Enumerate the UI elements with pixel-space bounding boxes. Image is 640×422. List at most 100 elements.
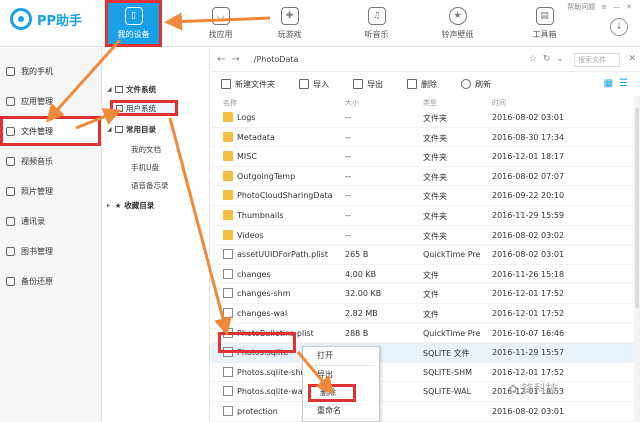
tree-user-system[interactable]: 用户系统 <box>110 100 178 116</box>
nav-arrows[interactable]: ←→ <box>217 54 246 65</box>
file-size: -- <box>345 152 351 162</box>
table-row[interactable]: Metadata -- 文件夹 2016-08-30 17:34 <box>211 128 640 148</box>
file-name: Videos <box>237 230 264 240</box>
grid-view-icon[interactable]: ▦ <box>604 78 619 89</box>
col-size[interactable]: 大小 <box>345 98 359 108</box>
list-view-icon[interactable]: ☰ <box>619 78 634 89</box>
ctx-export[interactable]: 导出 <box>303 366 379 384</box>
table-row[interactable]: changes-shm 32.00 KB 文件 2016-12-01 17:52 <box>211 284 640 304</box>
tree-favorites[interactable]: ▸ ★ 收藏目录 <box>103 200 154 211</box>
file-size: -- <box>345 132 351 142</box>
file-type: 文件夹 <box>423 211 447 221</box>
col-time[interactable]: 时间 <box>492 98 506 108</box>
new-folder-button[interactable]: 新建文件夹 <box>221 79 275 90</box>
list-icon <box>115 126 123 133</box>
ctx-open[interactable]: 打开 <box>303 347 379 365</box>
menu-icon[interactable]: ≡ <box>601 3 607 11</box>
scrollbar-thumb[interactable] <box>635 108 639 308</box>
refresh-button[interactable]: 刷新 <box>461 79 491 90</box>
sidebar-item-books[interactable]: 图书管理 <box>0 236 101 266</box>
delete-button[interactable]: 删除 <box>407 79 437 90</box>
file-size: 4.00 KB <box>345 269 377 279</box>
sidebar-item-contacts[interactable]: 通讯录 <box>0 206 101 236</box>
file-name: OutgoingTemp <box>237 171 296 181</box>
table-row[interactable]: assetUUIDForPath.plist 265 B QuickTime Pre… <box>211 245 640 265</box>
export-button[interactable]: 导出 <box>353 79 383 90</box>
tree-common-dirs[interactable]: ◢ 常用目录 <box>103 124 156 135</box>
table-row[interactable]: changes 4.00 KB 文件 2016-11-26 15:18 <box>211 265 640 285</box>
ctx-rename[interactable]: 重命名 <box>303 402 379 420</box>
sidebar-item-files[interactable]: 文件管理 <box>0 116 101 146</box>
file-icon <box>223 268 233 279</box>
folder-icon <box>223 170 233 181</box>
download-icon[interactable]: ↓ <box>610 18 628 36</box>
file-type: 文件 <box>423 270 439 280</box>
tree-my-docs[interactable]: 我的文档 <box>131 144 161 155</box>
current-path: /PhotoData <box>253 55 299 64</box>
sidebar-item-apps[interactable]: 应用管理 <box>0 86 101 116</box>
trash-icon <box>407 79 417 89</box>
sidebar-item-media[interactable]: 视频音乐 <box>0 146 101 176</box>
refresh-icon[interactable]: ↻ <box>543 54 557 64</box>
nav-find-apps[interactable]: ◡ 找应用 <box>192 0 249 47</box>
table-row[interactable]: Thumbnails -- 文件夹 2016-11-29 15:59 <box>211 206 640 226</box>
table-row[interactable]: Photos.sqlite-wal SQLITE-WAL 2016-12-01 18… <box>211 382 640 402</box>
main-nav: ▯ 我的设备 ◡ 找应用 ✚ 玩游戏 ♫ 听音乐 ★ 铃声壁纸 ▤ 工具箱 <box>105 0 585 47</box>
table-row[interactable]: Photos.sqlite-shm SQLITE-SHM 2016-12-01 17… <box>211 363 640 383</box>
close-icon[interactable]: ✕ <box>626 3 632 11</box>
sidebar-item-my-phone[interactable]: 我的手机 <box>0 56 101 86</box>
top-bar: PP助手 ▯ 我的设备 ◡ 找应用 ✚ 玩游戏 ♫ 听音乐 ★ 铃声壁纸 ▤ 工… <box>0 0 640 47</box>
star-icon[interactable]: ☆ <box>529 54 543 64</box>
file-icon <box>223 366 233 377</box>
app-icon: ◡ <box>211 7 230 25</box>
sidebar-item-backup[interactable]: 备份还原 <box>0 266 101 296</box>
close-icon[interactable]: ✕ <box>628 54 636 64</box>
table-row[interactable]: Videos -- 文件夹 2016-08-02 03:02 <box>211 226 640 246</box>
chevron-down-icon[interactable]: ⌄ <box>556 54 570 64</box>
table-row[interactable]: protection 2016-08-02 03:01 <box>211 402 640 422</box>
context-menu: 打开 导出 删除 重命名 <box>302 346 380 422</box>
folder-tree: ◢ 文件系统 用户系统 ◢ 常用目录 我的文档 手机U盘 语音备忘录 ▸ ★ 收… <box>103 48 210 422</box>
tree-usb-drive[interactable]: 手机U盘 <box>131 162 159 173</box>
nav-ringtones[interactable]: ★ 铃声壁纸 <box>429 0 486 47</box>
file-time: 2016-11-26 15:18 <box>492 269 565 279</box>
import-button[interactable]: 导入 <box>299 79 329 90</box>
export-icon <box>353 79 363 89</box>
folder-icon <box>223 190 233 201</box>
table-row[interactable]: MISC -- 文件夹 2016-12-01 18:17 <box>211 147 640 167</box>
nav-music[interactable]: ♫ 听音乐 <box>348 0 405 47</box>
search-input[interactable]: 搜索文件 <box>574 53 620 67</box>
tree-file-system[interactable]: ◢ 文件系统 <box>103 84 156 95</box>
book-icon <box>6 246 15 256</box>
star-icon: ★ <box>115 201 122 210</box>
nav-my-device[interactable]: ▯ 我的设备 <box>105 0 162 47</box>
nav-toolbox[interactable]: ▤ 工具箱 <box>516 0 573 47</box>
ctx-delete[interactable]: 删除 <box>308 384 356 402</box>
col-name[interactable]: 名称 <box>223 98 237 108</box>
path-bar: ←→ /PhotoData ☆↻⌄ 搜索文件 ✕ <box>211 48 640 72</box>
table-row[interactable]: OutgoingTemp -- 文件夹 2016-08-02 07:07 <box>211 167 640 187</box>
tree-voice-memo[interactable]: 语音备忘录 <box>131 180 169 191</box>
file-type: SQLITE-SHM <box>423 367 473 377</box>
folder-icon <box>6 126 15 136</box>
file-icon <box>223 288 233 299</box>
view-toggle[interactable]: ▦☰ <box>604 78 634 89</box>
file-time: 2016-08-02 03:01 <box>492 406 565 416</box>
nav-games[interactable]: ✚ 玩游戏 <box>261 0 318 47</box>
path-tools[interactable]: ☆↻⌄ <box>529 54 570 64</box>
file-type: 文件夹 <box>423 192 447 202</box>
file-icon <box>223 405 233 416</box>
file-type: 文件夹 <box>423 133 447 143</box>
file-time: 2016-09-22 20:10 <box>492 191 565 201</box>
sidebar-item-photos[interactable]: 照片管理 <box>0 176 101 206</box>
video-icon <box>6 156 15 166</box>
feedback-link[interactable]: 帮助问题 <box>567 2 595 12</box>
table-row[interactable]: Logs -- 文件夹 2016-08-02 03:01 <box>211 108 640 128</box>
minimize-icon[interactable]: — <box>613 3 620 11</box>
table-row[interactable]: changes-wal 2.82 MB 文件 2016-12-01 17:52 <box>211 304 640 324</box>
col-type[interactable]: 类型 <box>423 98 437 108</box>
music-icon: ♫ <box>367 7 386 25</box>
file-size: 2.82 MB <box>345 308 378 318</box>
table-row[interactable]: PhotoCloudSharingData -- 文件夹 2016-09-22 20:… <box>211 186 640 206</box>
watermark: ✿ 锋科技 <box>508 382 558 396</box>
